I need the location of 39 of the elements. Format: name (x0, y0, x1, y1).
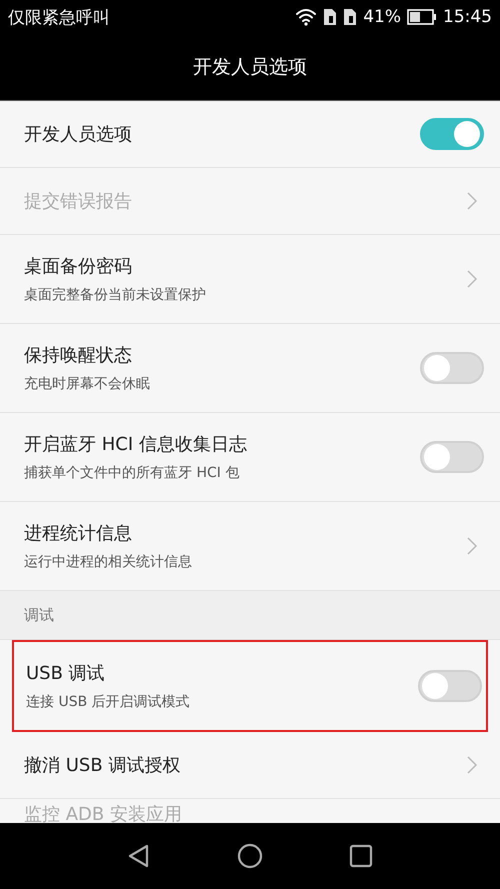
setting-title: 保持唤醒状态 (24, 344, 133, 367)
setting-title: 监控 ADB 安装应用 (24, 803, 182, 823)
highlighted-setting-row[interactable]: USB 调试 连接 USB 后开启调试模式 (12, 640, 488, 732)
setting-summary: 桌面完整备份当前未设置保护 (24, 286, 206, 304)
screen-title: 开发人员选项 (193, 55, 307, 80)
setting-row[interactable]: 保持唤醒状态 充电时屏幕不会休眠 (0, 324, 500, 413)
chevron-right-icon (466, 755, 478, 775)
sim-card-icon (323, 8, 338, 26)
setting-summary: 捕获单个文件中的所有蓝牙 HCI 包 (24, 464, 240, 482)
carrier-text: 仅限紧急呼叫 (8, 6, 110, 28)
setting-title: 桌面备份密码 (24, 255, 133, 278)
setting-row[interactable]: 撤消 USB 调试授权 (0, 732, 500, 799)
section-header: 调试 (24, 606, 54, 624)
toggle-switch[interactable] (420, 118, 484, 150)
toggle-switch[interactable] (420, 352, 484, 384)
setting-title: USB 调试 (26, 662, 106, 685)
setting-row[interactable]: 开启蓝牙 HCI 信息收集日志 捕获单个文件中的所有蓝牙 HCI 包 (0, 413, 500, 502)
setting-title: 提交错误报告 (24, 190, 132, 213)
setting-summary: 运行中进程的相关统计信息 (24, 553, 192, 571)
setting-title: 开启蓝牙 HCI 信息收集日志 (24, 433, 247, 456)
setting-summary: 连接 USB 后开启调试模式 (26, 693, 190, 711)
wifi-icon (295, 8, 318, 26)
setting-title: 开发人员选项 (24, 123, 132, 146)
battery-percent: 41% (363, 7, 401, 27)
battery-icon (407, 9, 437, 25)
chevron-right-icon (466, 191, 478, 211)
toggle-switch[interactable] (420, 441, 484, 473)
recents-icon[interactable] (348, 843, 374, 869)
chevron-right-icon (466, 269, 478, 289)
setting-row[interactable]: 开发人员选项 (0, 101, 500, 168)
setting-row[interactable]: 桌面备份密码 桌面完整备份当前未设置保护 (0, 235, 500, 324)
setting-title: 进程统计信息 (24, 522, 133, 545)
home-icon[interactable] (237, 843, 263, 869)
sim-card-icon (343, 8, 358, 26)
toggle-switch[interactable] (418, 670, 482, 702)
setting-title: 撤消 USB 调试授权 (24, 754, 180, 777)
setting-summary: 充电时屏幕不会休眠 (24, 375, 150, 393)
clock-time: 15:45 (443, 7, 492, 27)
chevron-right-icon (466, 536, 478, 556)
